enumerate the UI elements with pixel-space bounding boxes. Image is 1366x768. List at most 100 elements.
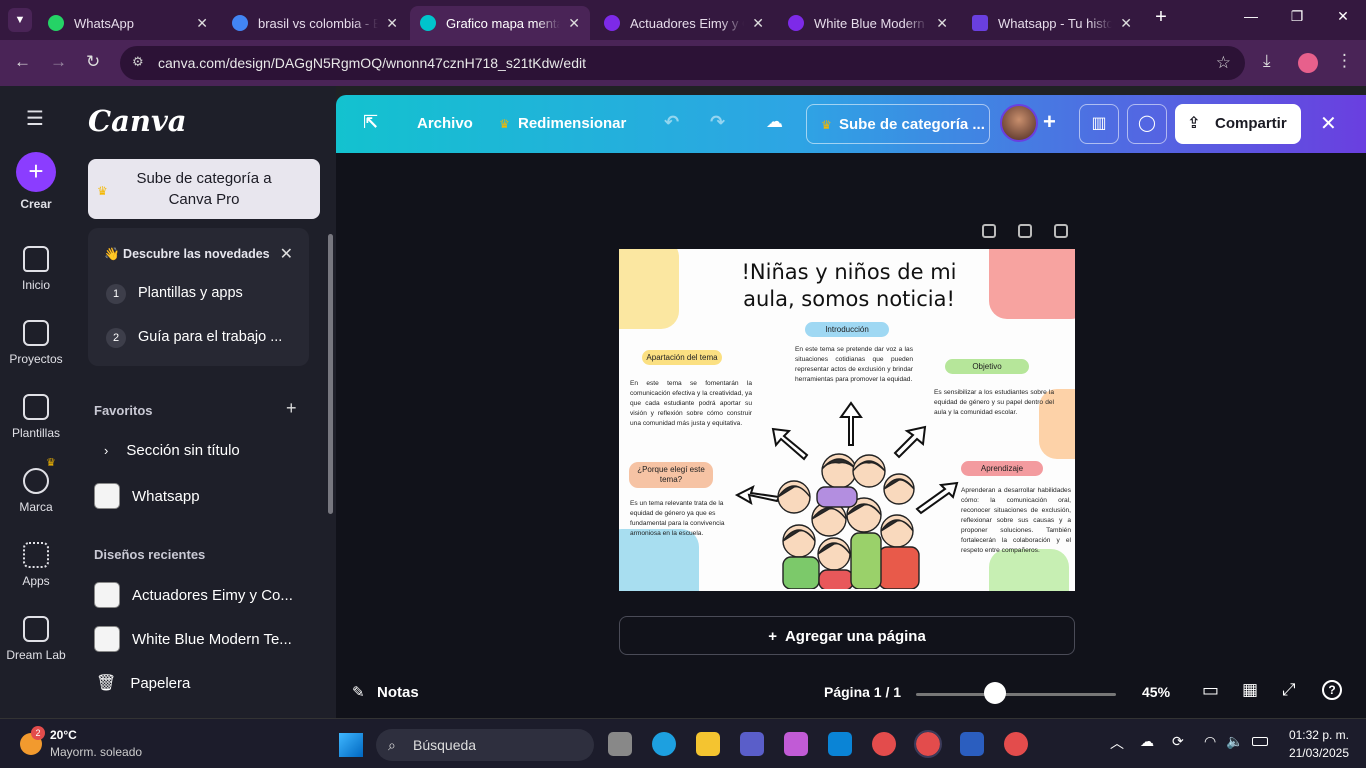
tab-white-blue-modern[interactable]: White Blue Modern Te ✕ (778, 6, 958, 40)
tab-whatsapp[interactable]: WhatsApp ✕ (38, 6, 218, 40)
add-page-icon[interactable] (1054, 224, 1068, 238)
chrome-profile-icon[interactable] (1004, 732, 1028, 756)
trash-icon: 🗑 (96, 675, 117, 692)
recent-item[interactable]: White Blue Modern Te... (94, 626, 292, 652)
add-favorite-icon[interactable]: + (286, 398, 297, 419)
task-view-icon[interactable] (608, 732, 632, 756)
create-plus-icon[interactable]: + (16, 152, 56, 192)
profile-avatar[interactable] (1298, 53, 1318, 73)
page-indicator[interactable]: Página 1 / 1 (824, 684, 901, 700)
news-item[interactable]: 2 Guía para el trabajo ... (106, 328, 282, 348)
zoom-level[interactable]: 45% (1142, 684, 1170, 700)
notes-button[interactable]: Notas (377, 684, 419, 701)
rail-item-marca[interactable]: Marca ♛ (0, 457, 72, 514)
chrome-icon[interactable] (872, 732, 896, 756)
copilot-icon[interactable] (784, 732, 808, 756)
close-icon[interactable]: ✕ (936, 15, 948, 32)
menu-dots-icon[interactable]: ⋮ (1336, 51, 1353, 71)
close-icon[interactable]: ✕ (280, 244, 293, 264)
design-page[interactable]: !Niñas y niños de mi aula, somos noticia… (619, 249, 1075, 591)
create-button[interactable]: Crear (0, 197, 72, 211)
duplicate-page-icon[interactable] (1018, 224, 1032, 238)
volume-icon[interactable]: 🔈 (1226, 733, 1243, 750)
chrome-active-icon[interactable] (914, 730, 942, 758)
rail-item-proyectos[interactable]: Proyectos (0, 320, 72, 366)
close-editor-icon[interactable]: ✕ (1320, 111, 1337, 136)
weather-temp[interactable]: 20°C (50, 728, 77, 742)
close-window-button[interactable]: ✕ (1328, 8, 1358, 25)
redo-icon[interactable]: ↷ (710, 112, 725, 133)
store-icon[interactable] (828, 732, 852, 756)
notes-icon[interactable]: ✎ (352, 683, 365, 701)
clock-time[interactable]: 01:32 p. m. (1285, 728, 1349, 742)
file-explorer-icon[interactable] (696, 732, 720, 756)
upgrade-category-button[interactable]: ♛ Sube de categoría ... (806, 104, 990, 144)
taskbar-search[interactable]: ⌕ Búsqueda (376, 729, 594, 761)
grid-view-icon[interactable]: ▦ (1242, 680, 1258, 700)
chevron-up-icon[interactable]: ︿ (1110, 733, 1124, 753)
close-icon[interactable]: ✕ (196, 15, 208, 32)
fullscreen-icon[interactable]: ⤢ (1282, 680, 1296, 700)
site-info-icon[interactable]: ⚙ (132, 54, 144, 70)
teams-icon[interactable] (740, 732, 764, 756)
rail-item-dream-lab[interactable]: Dream Lab (0, 616, 72, 662)
onedrive-cloud-icon[interactable]: ☁ (1140, 733, 1154, 750)
close-icon[interactable]: ✕ (1120, 15, 1132, 32)
tab-actuadores[interactable]: Actuadores Eimy y Co ✕ (594, 6, 774, 40)
new-tab-button[interactable]: + (1146, 6, 1176, 29)
comment-icon[interactable]: ◯ (1127, 104, 1167, 144)
rail-item-apps[interactable]: Apps (0, 542, 72, 588)
maximize-button[interactable]: ❐ (1282, 8, 1312, 25)
favorite-item[interactable]: Whatsapp (94, 483, 200, 509)
help-icon[interactable]: ? (1322, 680, 1342, 700)
open-external-icon[interactable]: ⇱ (363, 112, 378, 133)
sync-icon[interactable]: ⟳ (1172, 733, 1184, 750)
tab-search-button[interactable]: ▼ (8, 8, 32, 32)
user-avatar[interactable] (1000, 104, 1038, 142)
minimize-button[interactable]: — (1236, 8, 1266, 24)
address-bar[interactable]: ⚙ canva.com/design/DAGgN5RgmOQ/wnonn47cz… (120, 46, 1245, 80)
news-item[interactable]: 1 Plantillas y apps (106, 284, 243, 304)
battery-icon[interactable] (1252, 737, 1268, 746)
bookmark-star-icon[interactable]: ☆ (1216, 53, 1231, 73)
reload-button[interactable]: ↻ (86, 52, 100, 72)
back-button[interactable]: ← (14, 52, 31, 72)
canva-icon (420, 15, 436, 31)
zoom-slider-knob[interactable] (984, 682, 1006, 704)
close-icon[interactable]: ✕ (568, 15, 580, 32)
cloud-saved-icon[interactable]: ☁ (766, 112, 783, 132)
add-page-button[interactable]: + Agregar una página (619, 616, 1075, 655)
word-icon[interactable] (960, 732, 984, 756)
favorite-item[interactable]: › Sección sin título (94, 442, 240, 459)
share-button[interactable]: ⇪ Compartir (1175, 104, 1301, 144)
canva-logo[interactable]: Canva (88, 104, 187, 138)
undo-icon[interactable]: ↶ (664, 112, 679, 133)
edge-icon[interactable] (652, 732, 676, 756)
trash-link[interactable]: 🗑 Papelera (94, 673, 190, 693)
clock-date[interactable]: 21/03/2025 (1285, 746, 1349, 760)
upgrade-pro-button[interactable]: ♛ Sube de categoría a Canva Pro (88, 159, 320, 219)
download-icon[interactable]: ⤓ (1263, 51, 1271, 71)
add-collaborator-icon[interactable]: + (1043, 109, 1056, 135)
forward-button[interactable]: → (50, 52, 67, 72)
analytics-chart-icon[interactable]: ▥ (1079, 104, 1119, 144)
panel-scrollbar[interactable] (328, 234, 333, 514)
lock-icon[interactable] (982, 224, 996, 238)
resize-button[interactable]: Redimensionar (518, 115, 626, 132)
wifi-icon[interactable]: ◠ (1204, 733, 1216, 750)
hamburger-menu-icon[interactable]: ☰ (26, 106, 44, 131)
close-icon[interactable]: ✕ (752, 15, 764, 32)
tab-whatsapp-historia[interactable]: Whatsapp - Tu histori ✕ (962, 6, 1142, 40)
weather-desc[interactable]: Mayorm. soleado (50, 745, 142, 759)
close-icon[interactable]: ✕ (386, 15, 398, 32)
windows-start-icon[interactable] (339, 733, 363, 757)
rail-item-inicio[interactable]: Inicio (0, 246, 72, 292)
recent-item[interactable]: Actuadores Eimy y Co... (94, 582, 293, 608)
tab-grafico-mapa-mental[interactable]: Grafico mapa mental ✕ (410, 6, 590, 40)
page-view-icon[interactable]: ▭ (1202, 680, 1219, 701)
archivo-menu[interactable]: Archivo (417, 115, 473, 132)
zoom-slider[interactable] (916, 693, 1116, 696)
rail-item-plantillas[interactable]: Plantillas (0, 394, 72, 440)
tab-brasil-colombia[interactable]: brasil vs colombia - B ✕ (222, 6, 408, 40)
news-label: Guía para el trabajo ... (138, 329, 283, 345)
